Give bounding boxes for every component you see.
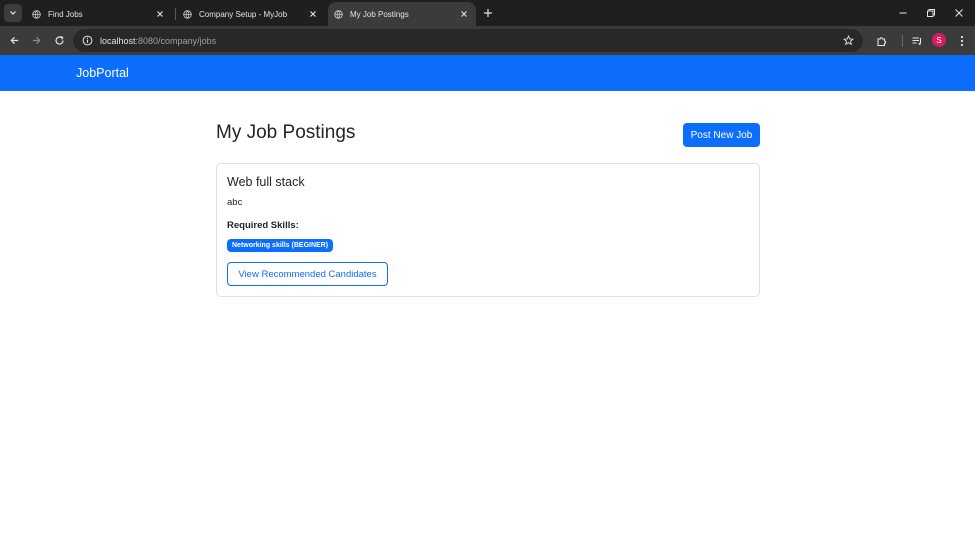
media-control-button[interactable] <box>908 32 925 49</box>
globe-icon <box>183 9 192 19</box>
restore-button[interactable] <box>921 4 941 22</box>
close-icon[interactable] <box>305 6 321 22</box>
plus-icon <box>484 9 492 17</box>
brand-link[interactable]: JobPortal <box>76 66 129 80</box>
close-window-button[interactable] <box>949 4 969 22</box>
new-tab-button[interactable] <box>480 5 496 21</box>
close-icon[interactable] <box>456 6 472 22</box>
site-navbar: JobPortal <box>0 55 975 91</box>
close-icon[interactable] <box>152 6 168 22</box>
browser-menu-button[interactable] <box>953 32 970 49</box>
tab-title: Find Jobs <box>48 9 83 19</box>
media-control-icon <box>912 36 921 45</box>
address-bar[interactable]: localhost:8080/company/jobs <box>73 29 863 52</box>
kebab-menu-icon <box>960 35 963 46</box>
globe-icon <box>334 9 343 19</box>
minimize-button[interactable] <box>893 4 913 22</box>
browser-tab-strip: Find Jobs Company Setup - MyJob My Job P… <box>0 0 975 26</box>
job-description: abc <box>227 197 243 208</box>
restore-icon <box>927 9 935 17</box>
url-path: :8080/company/jobs <box>135 35 217 46</box>
tab-search-button[interactable] <box>4 4 22 22</box>
view-recommended-candidates-button[interactable]: View Recommended Candidates <box>227 262 388 286</box>
reload-icon <box>55 35 64 45</box>
forward-arrow-icon <box>32 36 41 45</box>
back-arrow-icon <box>10 36 19 45</box>
tab-my-job-postings[interactable]: My Job Postings <box>328 2 476 26</box>
extensions-button[interactable] <box>873 32 890 49</box>
tab-title: Company Setup - MyJob <box>199 9 288 19</box>
tab-company-setup[interactable]: Company Setup - MyJob <box>173 2 325 26</box>
job-card: Web full stack abc Required Skills: Netw… <box>216 163 760 297</box>
reload-button[interactable] <box>51 32 68 49</box>
back-button[interactable] <box>6 32 23 49</box>
job-title: Web full stack <box>227 175 305 189</box>
required-skills-heading: Required Skills: <box>227 220 299 231</box>
close-icon <box>955 9 963 17</box>
star-icon[interactable] <box>841 33 855 47</box>
tab-find-jobs[interactable]: Find Jobs <box>22 2 172 26</box>
forward-button[interactable] <box>28 32 45 49</box>
skill-badge: Networking skills (BEGINER) <box>227 239 334 252</box>
minimize-icon <box>899 12 907 14</box>
site-info-icon[interactable] <box>80 34 94 48</box>
globe-icon <box>32 9 41 19</box>
puzzle-icon <box>876 36 886 46</box>
browser-toolbar: localhost:8080/company/jobs S <box>0 26 975 55</box>
post-new-job-button[interactable]: Post New Job <box>683 123 760 147</box>
profile-avatar[interactable]: S <box>932 33 946 47</box>
page-title: My Job Postings <box>216 122 356 143</box>
tab-title: My Job Postings <box>350 9 409 19</box>
chevron-down-icon <box>10 11 16 15</box>
toolbar-divider <box>902 35 903 47</box>
url-text: localhost:8080/company/jobs <box>100 36 216 46</box>
url-host: localhost <box>100 35 136 46</box>
